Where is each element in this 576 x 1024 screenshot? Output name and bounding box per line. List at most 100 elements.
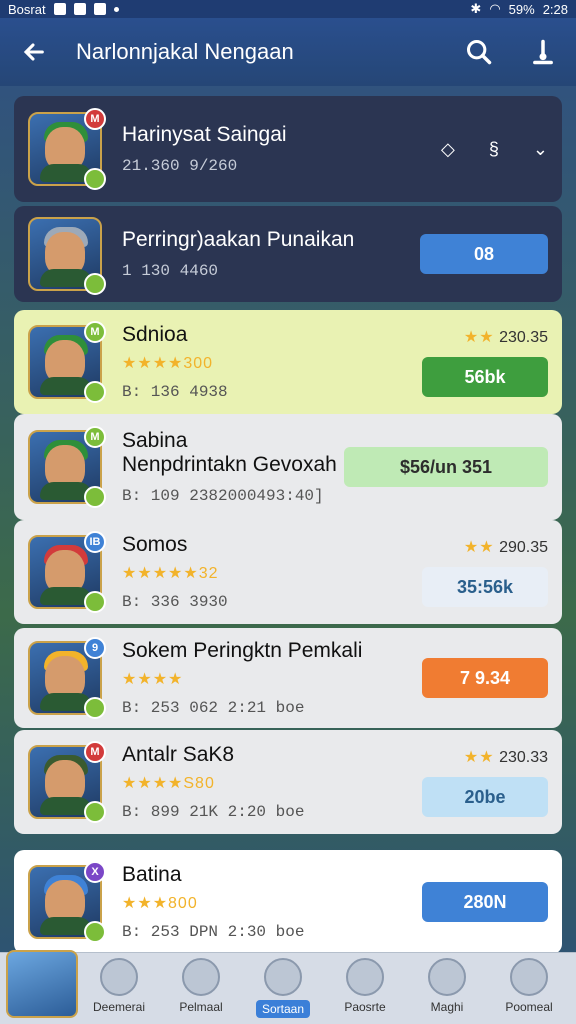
rank-badge: 9 xyxy=(84,637,106,659)
nav-item[interactable]: Paosrte xyxy=(324,958,406,1018)
nav-icon xyxy=(510,958,548,996)
status-badge xyxy=(84,273,106,295)
action-button[interactable]: 20be xyxy=(422,777,548,817)
back-arrow-icon[interactable] xyxy=(18,37,48,67)
nav-label: Pelmaal xyxy=(179,1000,223,1014)
chevron-icon[interactable]: ⌄ xyxy=(533,139,548,160)
avatar: IB xyxy=(28,531,106,613)
avatar: M xyxy=(28,426,106,508)
item-info: Sdnioa ★★★★300 B: 136 4938 xyxy=(122,323,422,401)
item-info: Harinysat Saingai 21.360 9/260 xyxy=(122,123,441,175)
nav-label: Poomeal xyxy=(505,1000,553,1014)
item-actions: $56/un 351 xyxy=(344,447,548,487)
item-actions: ◇ § ⌄ xyxy=(441,139,548,160)
item-name: Batina xyxy=(122,863,182,886)
avatar: M xyxy=(28,108,106,190)
time-label: 2:28 xyxy=(542,1,568,17)
action-button-label: 20be xyxy=(464,786,506,807)
diamond-icon[interactable]: ◇ xyxy=(441,139,455,160)
action-button[interactable]: 7 9.34 xyxy=(422,658,548,698)
item-name: Somos xyxy=(122,533,188,556)
rating: ★★ 230.33 xyxy=(463,749,548,766)
rank-badge: M xyxy=(84,108,106,130)
nav-label: Paosrte xyxy=(344,1000,386,1014)
item-name: Sabina xyxy=(122,429,188,452)
action-icons: ◇ § ⌄ xyxy=(441,139,548,160)
list-item[interactable]: IB Somos ★★★★★32 B: 336 3930 ★★ 290.35 35:56k xyxy=(14,520,562,624)
item-name: Sokem Peringktn Pemkali xyxy=(122,639,363,662)
profile-icon[interactable] xyxy=(528,37,558,67)
item-actions: 7 9.34 xyxy=(422,658,548,698)
nav-item[interactable]: Pelmaal xyxy=(160,958,242,1018)
list-item[interactable]: 9 Sokem Peringktn Pemkali ★★★★ B: 253 062 2… xyxy=(14,628,562,728)
notification-icon xyxy=(53,3,66,15)
wifi-icon: ◠ xyxy=(489,1,501,16)
item-actions: 08 xyxy=(420,234,548,274)
rating-value: 230.35 xyxy=(499,329,548,346)
rank-badge: M xyxy=(84,741,106,763)
star-rating: ★★★★300 xyxy=(122,355,214,372)
action-button[interactable]: 56bk xyxy=(422,357,548,397)
nav-icon xyxy=(182,958,220,996)
nav-label: Deemerai xyxy=(92,1000,146,1014)
nav-icon xyxy=(264,958,302,996)
bottom-profile-avatar[interactable] xyxy=(6,950,78,1018)
item-stats: B: 253 062 2:21 boe xyxy=(122,699,305,717)
star-rating: ★★★★★32 xyxy=(122,565,219,582)
list-item[interactable]: X Batina ★★★800 B: 253 DPN 2:30 boe 280N xyxy=(14,850,562,954)
bluetooth-icon: ✱ xyxy=(470,1,482,16)
rank-badge: M xyxy=(84,426,106,448)
nav-item[interactable]: Sortaan xyxy=(242,958,324,1018)
nav-label: Maghi xyxy=(430,1000,464,1014)
nav-icon xyxy=(428,958,466,996)
list-item[interactable]: M Harinysat Saingai 21.360 9/260 ◇ § ⌄ xyxy=(14,96,562,202)
rating: ★★ 230.35 xyxy=(463,329,548,346)
rank-badge: X xyxy=(84,861,106,883)
item-subtitle: Nenpdrintakn Gevoxah xyxy=(122,453,337,476)
list-item[interactable]: M Sabina Nenpdrintakn Gevoxah B: 109 238200… xyxy=(14,414,562,520)
rank-badge: M xyxy=(84,321,106,343)
item-name: Harinysat Saingai xyxy=(122,123,287,146)
s-icon[interactable]: § xyxy=(489,139,499,160)
item-info: Batina ★★★800 B: 253 DPN 2:30 boe xyxy=(122,863,422,941)
action-button-label: 56bk xyxy=(464,366,506,387)
item-name: Antalr SaK8 xyxy=(122,743,235,766)
status-badge xyxy=(84,381,106,403)
nav-label: Sortaan xyxy=(255,1000,311,1018)
avatar: 9 xyxy=(28,637,106,719)
action-button-label: 35:56k xyxy=(456,576,514,597)
status-badge xyxy=(84,801,106,823)
item-info: Sabina Nenpdrintakn Gevoxah B: 109 2382000… xyxy=(122,429,344,505)
item-info: Somos ★★★★★32 B: 336 3930 xyxy=(122,533,422,611)
item-actions: ★★ 230.33 20be xyxy=(422,747,548,817)
search-icon[interactable] xyxy=(464,37,494,67)
star-rating: ★★★800 xyxy=(122,895,198,912)
action-button[interactable]: $56/un 351 xyxy=(344,447,548,487)
action-button-label: 7 9.34 xyxy=(459,667,511,688)
list-item[interactable]: M Antalr SaK8 ★★★★S80 B: 899 21K 2:20 boe ★★… xyxy=(14,730,562,834)
page-title: Narlonnjakal Nengaan xyxy=(76,39,294,64)
nav-item[interactable]: Deemerai xyxy=(78,958,160,1018)
list-item[interactable]: Perringr)aakan Punaikan 1 130 4460 08 xyxy=(14,206,562,302)
item-stats: B: 136 4938 xyxy=(122,383,228,401)
rating-value: 290.35 xyxy=(499,539,548,556)
action-button-label: 280N xyxy=(463,891,507,912)
action-button[interactable]: 08 xyxy=(420,234,548,274)
star-rating: ★★★★ xyxy=(122,671,184,688)
nav-item[interactable]: Poomeal xyxy=(488,958,570,1018)
list-item[interactable]: M Sdnioa ★★★★300 B: 136 4938 ★★ 230.35 56bk xyxy=(14,310,562,414)
nav-item[interactable]: Maghi xyxy=(406,958,488,1018)
item-stats: 21.360 9/260 xyxy=(122,157,238,175)
item-stats: 1 130 4460 xyxy=(122,262,219,280)
action-button[interactable]: 35:56k xyxy=(422,567,548,607)
item-actions: 280N xyxy=(422,882,548,922)
app-bar: Narlonnjakal Nengaan xyxy=(0,18,576,86)
status-badge xyxy=(84,168,106,190)
item-info: Antalr SaK8 ★★★★S80 B: 899 21K 2:20 boe xyxy=(122,743,422,821)
status-badge xyxy=(84,591,106,613)
item-actions: ★★ 290.35 35:56k xyxy=(422,537,548,607)
item-stats: B: 109 2382000493:40] xyxy=(122,487,324,505)
item-stats: B: 253 DPN 2:30 boe xyxy=(122,923,305,941)
action-button[interactable]: 280N xyxy=(422,882,548,922)
avatar: M xyxy=(28,741,106,823)
